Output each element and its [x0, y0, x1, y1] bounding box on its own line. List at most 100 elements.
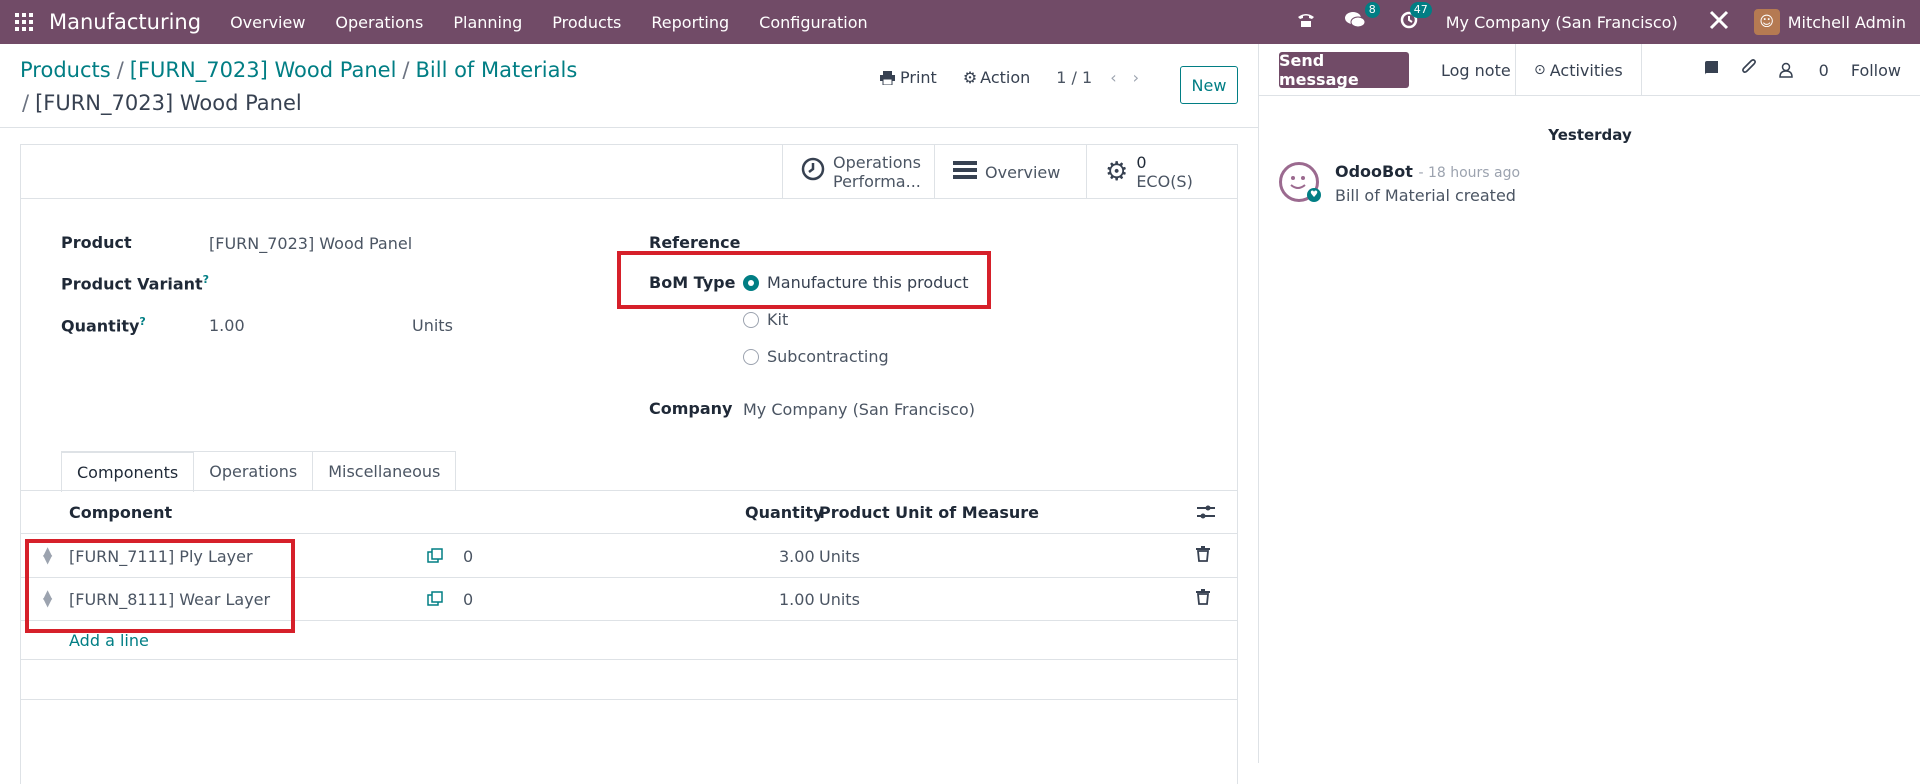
row-quantity[interactable]: 3.00 [779, 547, 815, 566]
help-icon[interactable]: ? [139, 315, 145, 328]
menu-planning[interactable]: Planning [453, 13, 522, 32]
print-button[interactable]: Print [880, 68, 937, 87]
paperclip-icon[interactable] [1741, 59, 1757, 81]
ecos-button[interactable]: ⚙ 0 ECO(S) [1086, 145, 1237, 199]
bom-type-subcontracting[interactable]: Subcontracting [767, 347, 889, 366]
gear-icon: ⚙ [962, 68, 978, 87]
radio-subcontracting[interactable] [743, 349, 759, 365]
activities-badge: 47 [1409, 2, 1432, 18]
ecos-label: ECO(S) [1136, 172, 1193, 191]
pager-value[interactable]: 1 / 1 [1056, 68, 1092, 87]
user-icon [1778, 62, 1793, 78]
bom-type-kit[interactable]: Kit [767, 310, 788, 329]
column-component[interactable]: Component [69, 503, 172, 522]
send-message-button[interactable]: Send message [1279, 51, 1409, 89]
messages-badge: 8 [1364, 2, 1380, 18]
breadcrumb-products[interactable]: Products [20, 58, 111, 82]
top-navbar: Manufacturing Overview Operations Planni… [0, 0, 1920, 44]
messages-icon[interactable]: 8 [1344, 2, 1380, 34]
operations-performance-button[interactable]: Operations Performa... [782, 145, 934, 199]
product-field[interactable]: [FURN_7023] Wood Panel [209, 234, 412, 253]
company-label: Company [649, 399, 733, 418]
tab-components[interactable]: Components [61, 451, 195, 492]
action-label: Action [980, 68, 1031, 87]
chatter-panel: Send message Log note ⊙ Activities 0 Fol… [1258, 44, 1920, 763]
apps-menu-icon[interactable] [15, 12, 35, 32]
company-switcher[interactable]: My Company (San Francisco) [1446, 13, 1678, 32]
operations-performance-line1: Operations [833, 153, 921, 172]
product-label: Product [61, 233, 132, 252]
tab-operations[interactable]: Operations [193, 451, 314, 491]
message-body: Bill of Material created [1335, 186, 1516, 205]
heart-icon: ♥ [1307, 188, 1321, 202]
tools-icon[interactable] [1708, 9, 1730, 36]
follow-button[interactable]: Follow [1851, 61, 1901, 80]
chevron-right-icon[interactable]: › [1133, 68, 1139, 87]
log-note-button[interactable]: Log note [1429, 44, 1523, 96]
highlight-box-bom-type [617, 251, 991, 309]
activities-clock-icon[interactable]: 47 [1400, 2, 1432, 34]
overview-button[interactable]: Overview [934, 145, 1086, 199]
trash-icon[interactable] [1196, 546, 1210, 566]
reference-label: Reference [649, 233, 741, 252]
trash-icon[interactable] [1196, 589, 1210, 609]
radio-kit[interactable] [743, 312, 759, 328]
form-sheet: Operations Performa... Overview ⚙ 0 ECO(S)… [20, 144, 1238, 784]
chatter-topbar: Send message Log note ⊙ Activities 0 Fol… [1259, 44, 1920, 96]
company-field[interactable]: My Company (San Francisco) [743, 400, 975, 419]
clock-icon: ⊙ [1534, 62, 1546, 78]
app-name[interactable]: Manufacturing [49, 10, 201, 34]
product-variant-label: Product Variant? [61, 273, 210, 294]
print-label: Print [900, 68, 937, 87]
product-variant-field[interactable] [209, 273, 509, 297]
row-forecast: 0 [463, 547, 474, 566]
menu-operations[interactable]: Operations [335, 13, 423, 32]
menu-overview[interactable]: Overview [230, 13, 305, 32]
menu-products[interactable]: Products [552, 13, 621, 32]
breadcrumb-product[interactable]: [FURN_7023] Wood Panel [130, 58, 397, 82]
breadcrumb-bom[interactable]: Bill of Materials [416, 58, 578, 82]
row-forecast: 0 [463, 590, 474, 609]
tab-miscellaneous[interactable]: Miscellaneous [312, 451, 457, 491]
table-header: Component Quantity Product Unit of Measu… [21, 491, 1237, 534]
phone-icon[interactable] [1296, 10, 1316, 34]
message-time: - 18 hours ago [1418, 165, 1521, 181]
chatter-divider [1641, 44, 1642, 96]
forecast-icon[interactable] [427, 548, 443, 568]
column-settings-icon[interactable] [1197, 504, 1215, 524]
quantity-uom-field[interactable]: Units [412, 316, 453, 335]
book-icon[interactable] [1704, 60, 1719, 80]
row-uom[interactable]: Units [819, 547, 860, 566]
add-line-link[interactable]: Add a line [69, 631, 149, 650]
row-quantity[interactable]: 1.00 [779, 590, 815, 609]
user-name[interactable]: Mitchell Admin [1788, 13, 1906, 32]
action-button[interactable]: ⚙ Action [963, 68, 1030, 87]
date-separator: Yesterday [1548, 126, 1632, 144]
clock-icon [801, 157, 825, 187]
bars-icon [953, 158, 977, 186]
notebook-tabs: Components Operations Miscellaneous [61, 451, 457, 492]
print-icon [880, 70, 895, 85]
menu-reporting[interactable]: Reporting [651, 13, 729, 32]
operations-performance-line2: Performa... [833, 172, 921, 191]
menu-configuration[interactable]: Configuration [759, 13, 868, 32]
user-avatar[interactable]: ☺ [1753, 9, 1780, 35]
forecast-icon[interactable] [427, 591, 443, 611]
column-uom[interactable]: Product Unit of Measure [819, 503, 1039, 522]
control-panel: Products / [FURN_7023] Wood Panel / Bill of … [0, 44, 1258, 128]
quantity-field[interactable]: 1.00 [209, 316, 245, 335]
row-uom[interactable]: Units [819, 590, 860, 609]
new-button[interactable]: New [1180, 66, 1238, 104]
table-divider [21, 699, 1237, 700]
activities-label: Activities [1549, 60, 1623, 80]
ecos-count: 0 [1136, 153, 1147, 172]
breadcrumb-current: [FURN_7023] Wood Panel [35, 91, 302, 115]
smart-button-box: Operations Performa... Overview ⚙ 0 ECO(S) [21, 145, 1237, 199]
table-divider [21, 659, 1237, 660]
chevron-left-icon[interactable]: ‹ [1110, 68, 1116, 87]
followers-button[interactable]: 0 [1778, 60, 1829, 80]
column-quantity[interactable]: Quantity [745, 503, 823, 522]
followers-count: 0 [1818, 60, 1829, 80]
activities-button[interactable]: ⊙ Activities [1515, 44, 1642, 96]
quantity-label: Quantity? [61, 315, 146, 336]
